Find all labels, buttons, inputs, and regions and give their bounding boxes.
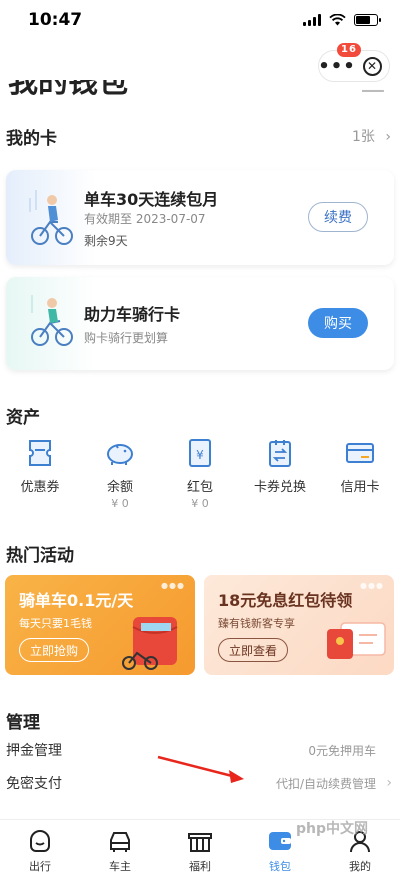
asset-label: 红包 bbox=[186, 480, 213, 495]
piggy-bank-icon bbox=[103, 436, 137, 470]
row-value: 0元免押用车 bbox=[308, 743, 376, 758]
renew-button[interactable]: 续费 bbox=[308, 202, 368, 232]
buy-button[interactable]: 购买 bbox=[308, 308, 368, 338]
tab-travel[interactable]: 出行 bbox=[0, 820, 80, 881]
more-button[interactable]: ••• 16 bbox=[318, 43, 361, 81]
coupon-icon bbox=[23, 436, 57, 470]
tab-label: 车主 bbox=[109, 860, 131, 873]
card-validity: 有效期至 2023-07-07 bbox=[84, 212, 206, 226]
row-label: 免密支付 bbox=[6, 776, 62, 792]
ebike-illustration bbox=[6, 277, 96, 370]
promo-subtitle: 每天只要1毛钱 bbox=[19, 617, 92, 630]
buy-now-button[interactable]: 立即抢购 bbox=[19, 638, 89, 662]
asset-value: ¥ 0 bbox=[111, 497, 129, 510]
bike-monthly-card[interactable]: 单车30天连续包月 有效期至 2023-07-07 剩余9天 续费 bbox=[6, 170, 394, 265]
close-button[interactable]: ✕ bbox=[355, 51, 389, 81]
chevron-right-icon: › bbox=[386, 775, 392, 791]
status-time: 10:47 bbox=[28, 10, 83, 30]
header-right-text: ━━━ bbox=[362, 84, 384, 96]
car-owner-icon bbox=[110, 832, 130, 852]
assets-row: 优惠券 余额 ¥ 0 ¥ 红包 ¥ 0 卡券兑换 信用卡 bbox=[0, 436, 400, 511]
wallet-icon bbox=[269, 832, 291, 850]
management-heading: 管理 bbox=[6, 713, 40, 733]
promo-subtitle: 臻有钱新客专享 bbox=[218, 617, 295, 630]
tab-label: 钱包 bbox=[269, 860, 291, 873]
asset-label: 优惠券 bbox=[20, 480, 60, 495]
page-title: 我的钱包 bbox=[8, 74, 128, 100]
my-cards-count: 1张 bbox=[352, 129, 375, 145]
password-free-payment-row[interactable]: 免密支付 代扣/自动续费管理 › bbox=[0, 768, 400, 798]
asset-balance[interactable]: 余额 ¥ 0 bbox=[80, 436, 160, 511]
tab-car-owner[interactable]: 车主 bbox=[80, 820, 160, 881]
cellular-signal-icon bbox=[303, 14, 321, 26]
bike-illustration bbox=[6, 170, 96, 265]
ebike-riding-card[interactable]: 助力车骑行卡 购卡骑行更划算 购买 bbox=[6, 277, 394, 370]
assets-heading: 资产 bbox=[6, 408, 40, 428]
asset-value: ¥ 0 bbox=[191, 497, 209, 510]
card-remaining: 剩余9天 bbox=[84, 234, 128, 248]
asset-credit-card[interactable]: 信用卡 bbox=[320, 436, 400, 511]
notification-badge: 16 bbox=[337, 43, 361, 57]
red-packet-coupon-illustration bbox=[327, 622, 386, 659]
status-bar: 10:47 bbox=[0, 0, 400, 40]
status-icons bbox=[303, 14, 381, 26]
mini-program-capsule: ••• 16 ✕ bbox=[318, 43, 390, 82]
card-subtitle: 购卡骑行更划算 bbox=[84, 331, 169, 345]
promo-title: 骑单车0.1元/天 bbox=[19, 591, 134, 610]
asset-label: 余额 bbox=[106, 480, 133, 495]
deposit-management-row[interactable]: 押金管理 0元免押用车 bbox=[0, 735, 400, 765]
close-icon: ✕ bbox=[362, 56, 382, 76]
promo-title: 18元免息红包待领 bbox=[218, 591, 353, 610]
promo-dots: ●●● bbox=[360, 581, 384, 590]
red-packet-icon: ¥ bbox=[183, 436, 217, 470]
watermark: php中文网 bbox=[296, 821, 369, 837]
card-title: 助力车骑行卡 bbox=[84, 305, 181, 324]
card-title: 单车30天连续包月 bbox=[84, 190, 219, 209]
battery-icon bbox=[354, 14, 381, 26]
svg-text:¥: ¥ bbox=[196, 448, 204, 462]
asset-label: 卡券兑换 bbox=[253, 480, 306, 495]
tab-label: 福利 bbox=[189, 860, 211, 873]
activities-heading: 热门活动 bbox=[6, 546, 74, 566]
travel-icon bbox=[30, 830, 50, 852]
gift-icon bbox=[188, 833, 212, 852]
tab-label: 我的 bbox=[349, 860, 371, 873]
tab-welfare[interactable]: 福利 bbox=[160, 820, 240, 881]
promo-bike-daily[interactable]: ●●● 骑单车0.1元/天 每天只要1毛钱 立即抢购 bbox=[5, 575, 195, 675]
red-envelope-bike-illustration bbox=[122, 617, 178, 670]
promo-interest-free-packet[interactable]: ●●● 18元免息红包待领 臻有钱新客专享 立即查看 bbox=[204, 575, 394, 675]
asset-coupon[interactable]: 优惠券 bbox=[0, 436, 80, 511]
view-now-button[interactable]: 立即查看 bbox=[218, 638, 288, 662]
credit-card-icon bbox=[343, 436, 377, 470]
row-value: 代扣/自动续费管理 bbox=[275, 776, 376, 791]
my-cards-count-link[interactable]: 1张 › bbox=[352, 126, 391, 146]
asset-label: 信用卡 bbox=[340, 480, 380, 495]
my-cards-heading: 我的卡 bbox=[6, 129, 57, 149]
row-label: 押金管理 bbox=[6, 743, 62, 759]
asset-red-packet[interactable]: ¥ 红包 ¥ 0 bbox=[160, 436, 240, 511]
more-dots-icon: ••• bbox=[318, 55, 356, 77]
voucher-exchange-icon bbox=[263, 436, 297, 470]
wifi-icon bbox=[329, 14, 346, 26]
tab-label: 出行 bbox=[29, 860, 51, 873]
promo-dots: ●●● bbox=[161, 581, 185, 590]
asset-voucher-exchange[interactable]: 卡券兑换 bbox=[240, 436, 320, 511]
chevron-right-icon: › bbox=[385, 129, 391, 145]
